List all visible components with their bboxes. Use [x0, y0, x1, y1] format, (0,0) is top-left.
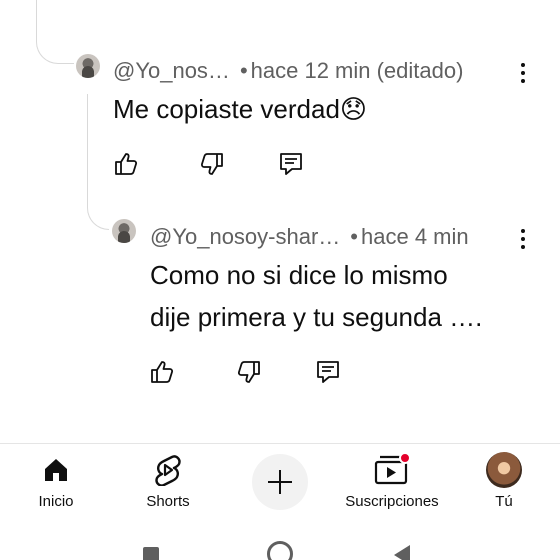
comment-1-reply-icon[interactable] — [278, 151, 304, 177]
comment-2-meta: @Yo_nosoy-shar… • hace 4 min — [150, 224, 469, 250]
nav-item-inicio[interactable]: Inicio — [18, 444, 94, 520]
recents-square-icon[interactable] — [143, 547, 159, 560]
thread-connector-1 — [36, 0, 74, 64]
comment-2-text-line-2: dije primera y tu segunda …. — [150, 302, 483, 332]
home-icon — [45, 459, 67, 481]
comment-2-thumb-up-icon[interactable] — [149, 359, 175, 385]
comment-1-more-vert-icon[interactable] — [513, 61, 533, 85]
comment-1-text: Me copiaste verdad😞 — [113, 94, 368, 124]
nav-item-shorts[interactable]: Shorts — [128, 444, 208, 520]
comment-1-meta: @Yo_nos… • hace 12 min (editado) — [113, 58, 463, 84]
profile-avatar[interactable] — [486, 452, 522, 488]
comment-2-thumb-down-icon[interactable] — [236, 359, 262, 385]
comment-2-text-line-1: Como no si dice lo mismo — [150, 260, 448, 290]
comment-2-separator: • — [350, 224, 358, 249]
back-triangle-icon[interactable] — [394, 545, 410, 560]
comment-2-more-vert-icon[interactable] — [513, 227, 533, 251]
shorts-icon — [155, 455, 181, 486]
comment-1-thumb-up-icon[interactable] — [113, 151, 139, 177]
previous-actions-icons — [114, 0, 314, 8]
thread-connector-2 — [87, 180, 109, 230]
nav-label-shorts: Shorts — [146, 493, 190, 510]
system-navigation-bar — [0, 519, 560, 560]
comment-1-author[interactable]: @Yo_nos… — [113, 58, 230, 83]
previous-comment-actions — [114, 0, 314, 8]
comment-1-avatar[interactable] — [76, 54, 100, 78]
nav-label-inicio: Inicio — [38, 493, 74, 510]
comment-2-time: hace 4 min — [361, 224, 469, 249]
create-plus-button[interactable] — [252, 454, 308, 510]
nav-item-suscripciones[interactable]: Suscripciones — [336, 444, 448, 520]
nav-label-suscripciones: Suscripciones — [345, 493, 439, 510]
comment-2-reply-icon[interactable] — [315, 359, 341, 385]
home-circle-icon[interactable] — [267, 541, 293, 560]
comment-2-author[interactable]: @Yo_nosoy-shar… — [150, 224, 340, 249]
comment-1-separator: • — [239, 58, 248, 83]
comment-1-time: hace 12 min (editado) — [250, 58, 464, 83]
comment-2-avatar[interactable] — [112, 219, 136, 243]
comment-1-thumb-down-icon[interactable] — [199, 151, 225, 177]
subscriptions-badge — [399, 452, 411, 464]
nav-label-tu: Tú — [495, 493, 513, 510]
